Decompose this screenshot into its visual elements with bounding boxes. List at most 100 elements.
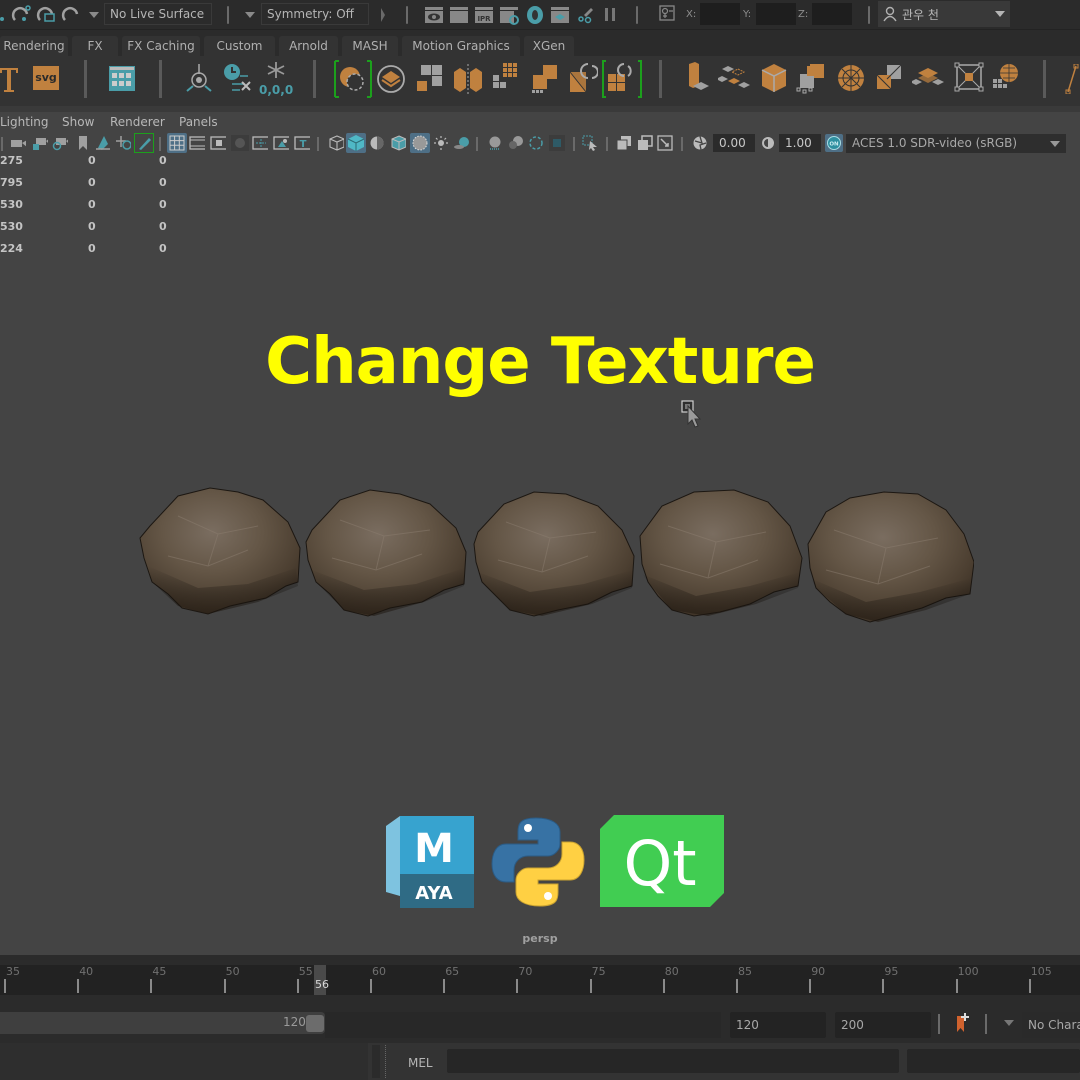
- gate-mask-toggle[interactable]: [231, 135, 249, 151]
- motion-trail-icon[interactable]: [184, 62, 214, 94]
- svg-tool-icon[interactable]: svg: [33, 66, 59, 90]
- xray-active-icon[interactable]: [637, 135, 653, 151]
- uv-bounding-icon[interactable]: [954, 62, 984, 94]
- snap-to-grid-icon[interactable]: [0, 6, 8, 24]
- time-slider[interactable]: 35 40 45 50 55 60 65 70 75 80 85 90 95 100 105 56: [0, 955, 1080, 1003]
- render-view-icon[interactable]: [424, 5, 444, 25]
- smooth-shade-toggle[interactable]: [346, 133, 366, 153]
- shelf-tab-fx[interactable]: FX: [72, 36, 118, 56]
- sphere-map-icon[interactable]: [836, 63, 866, 93]
- range-slider[interactable]: [0, 1012, 325, 1034]
- xray-joints-icon[interactable]: [616, 135, 632, 151]
- two-d-pan-zoom-icon[interactable]: [115, 135, 131, 151]
- render-current-frame-icon[interactable]: [449, 5, 469, 25]
- select-camera-icon[interactable]: [10, 135, 26, 151]
- uv-tile-icon[interactable]: [417, 65, 443, 93]
- shelf-tab-rendering[interactable]: Rendering: [0, 36, 68, 56]
- rock-mesh[interactable]: [806, 488, 974, 624]
- user-account-dropdown[interactable]: 관우 천: [878, 1, 1010, 27]
- z-field[interactable]: [812, 3, 852, 25]
- wireframe-icon[interactable]: [328, 135, 344, 151]
- command-input[interactable]: [447, 1049, 899, 1073]
- live-surface-field[interactable]: No Live Surface: [104, 3, 212, 25]
- channel-grid-icon[interactable]: [108, 65, 136, 93]
- collapse-arrow-icon[interactable]: [380, 6, 386, 24]
- rock-mesh[interactable]: [472, 486, 640, 622]
- uv-grid-icon[interactable]: [493, 63, 521, 93]
- snap-to-point-icon[interactable]: [36, 4, 58, 26]
- film-gate-icon[interactable]: [189, 135, 205, 151]
- snap-to-view-plane-icon[interactable]: [61, 4, 81, 26]
- drag-handle[interactable]: [385, 1045, 387, 1078]
- x-field[interactable]: [700, 3, 740, 25]
- hypershade-icon[interactable]: [525, 4, 545, 26]
- render-setup-icon[interactable]: [550, 5, 570, 25]
- uv-stitch-icon[interactable]: [796, 62, 828, 94]
- layout-uv-icon[interactable]: [376, 64, 406, 94]
- menu-lighting[interactable]: Lighting: [0, 115, 49, 129]
- screen-space-ao-icon[interactable]: [487, 135, 503, 151]
- field-chart-icon[interactable]: [252, 135, 268, 151]
- y-field[interactable]: [756, 3, 796, 25]
- safe-title-icon[interactable]: T: [294, 135, 310, 151]
- cube-map-icon[interactable]: [760, 62, 788, 94]
- type-tool-icon[interactable]: [0, 64, 20, 94]
- rock-mesh[interactable]: [138, 486, 306, 622]
- camera-attributes-icon[interactable]: [52, 135, 68, 151]
- command-line-handle[interactable]: [372, 1045, 380, 1078]
- motion-blur-icon[interactable]: [507, 135, 523, 151]
- shelf-tab-xgen[interactable]: XGen: [524, 36, 574, 56]
- uv-flip-icon[interactable]: [875, 63, 905, 93]
- uv-unfold-icon[interactable]: [333, 60, 373, 98]
- uv-layer-icon[interactable]: [912, 66, 944, 92]
- default-material-icon[interactable]: [369, 135, 385, 151]
- depth-of-field-toggle[interactable]: [549, 135, 565, 151]
- ipr-render-icon[interactable]: IPR: [474, 5, 494, 25]
- range-slider-handle[interactable]: [306, 1015, 324, 1032]
- uv-cut-icon[interactable]: [718, 64, 754, 92]
- bookmark-add-icon[interactable]: [955, 1012, 971, 1034]
- lock-camera-icon[interactable]: [32, 135, 48, 151]
- color-space-dropdown[interactable]: ACES 1.0 SDR-video (sRGB): [846, 134, 1066, 153]
- input-line-mode-icon[interactable]: [659, 5, 677, 23]
- rock-mesh[interactable]: [304, 486, 472, 622]
- command-language-button[interactable]: MEL: [408, 1056, 433, 1070]
- gamma-icon[interactable]: [761, 135, 777, 151]
- rock-mesh[interactable]: [638, 486, 806, 622]
- shelf-tab-motion-graphics[interactable]: Motion Graphics: [402, 36, 520, 56]
- resolution-gate-icon[interactable]: [210, 135, 226, 151]
- xray-toggle[interactable]: [410, 133, 430, 153]
- uv-sphere-grid-icon[interactable]: [992, 62, 1022, 94]
- grease-pencil-button[interactable]: [134, 133, 154, 153]
- uv-split-icon[interactable]: [452, 64, 484, 94]
- uv-edge-icon[interactable]: [1064, 64, 1080, 94]
- wireframe-on-shaded-icon[interactable]: [390, 135, 406, 151]
- shelf-tab-arnold[interactable]: Arnold: [279, 36, 338, 56]
- shelf-tab-mash[interactable]: MASH: [342, 36, 398, 56]
- symmetry-dropdown-arrow[interactable]: [245, 12, 255, 18]
- menu-panels[interactable]: Panels: [179, 115, 218, 129]
- exposure-icon[interactable]: [692, 135, 708, 151]
- character-set-arrow[interactable]: [1004, 1020, 1014, 1026]
- color-management-toggle[interactable]: ON: [825, 134, 843, 152]
- grid-toggle[interactable]: [167, 133, 187, 153]
- uv-rotate-icon[interactable]: [568, 60, 598, 96]
- anti-alias-icon[interactable]: [527, 135, 543, 151]
- end-time-field[interactable]: 120: [730, 1012, 826, 1038]
- safe-action-icon[interactable]: [273, 135, 289, 151]
- planar-map-icon[interactable]: [683, 62, 713, 94]
- render-settings-icon[interactable]: [499, 5, 519, 25]
- image-plane-icon[interactable]: [94, 135, 110, 151]
- hud-icon[interactable]: [657, 135, 673, 151]
- exposure-field[interactable]: 0.00: [713, 134, 755, 152]
- pause-render-icon[interactable]: [603, 6, 617, 24]
- shelf-tab-fx-caching[interactable]: FX Caching: [122, 36, 200, 56]
- menu-show[interactable]: Show: [62, 115, 94, 129]
- bookmark-icon[interactable]: [76, 135, 92, 151]
- character-set-field[interactable]: No Chara: [1022, 1012, 1080, 1038]
- menu-renderer[interactable]: Renderer: [110, 115, 165, 129]
- uv-rotate-selected-icon[interactable]: [602, 60, 642, 98]
- gamma-field[interactable]: 1.00: [779, 134, 821, 152]
- shadows-icon[interactable]: [453, 135, 469, 151]
- use-all-lights-icon[interactable]: [433, 135, 449, 151]
